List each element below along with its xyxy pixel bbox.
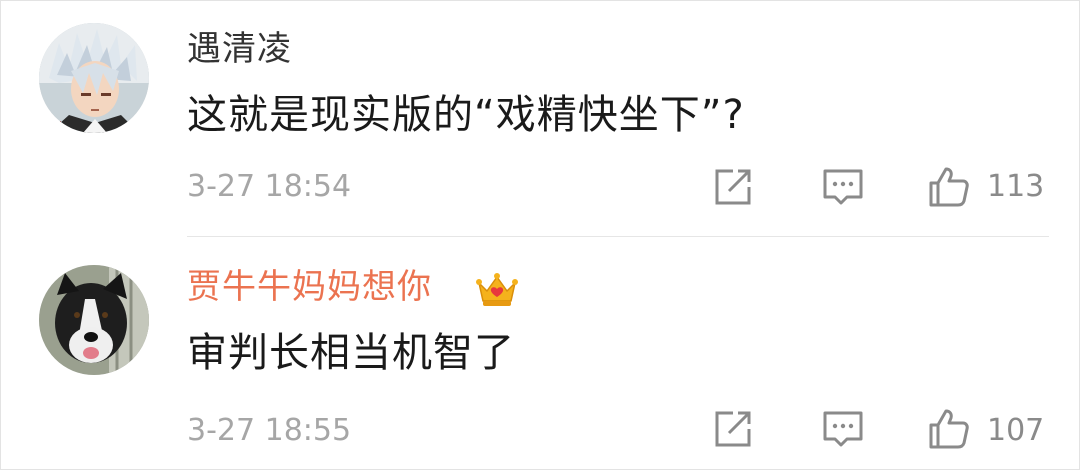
comment-item: 贾牛牛妈妈想你 审判长相当机智了 3-27 18:55 107 [1,237,1080,471]
like-button[interactable] [927,165,971,209]
thumbs-up-icon [929,409,969,449]
username[interactable]: 贾牛牛妈妈想你 [187,267,432,307]
reply-icon [823,411,863,447]
comment-text: 审判长相当机智了 [187,330,515,376]
like-count: 107 [987,413,1045,448]
comment-list: 遇清凌 这就是现实版的“戏精快坐下”? 3-27 18:54 113 贾牛牛妈妈… [0,0,1080,470]
share-icon [715,411,751,447]
comment-time: 3-27 18:55 [187,413,352,448]
dog-avatar-image [39,265,149,375]
share-icon [715,169,751,205]
like-count: 113 [987,169,1045,204]
share-button[interactable] [711,165,755,209]
reply-button[interactable] [821,165,865,209]
comment-time: 3-27 18:54 [187,169,352,204]
comment-text: 这就是现实版的“戏精快坐下”? [187,92,745,138]
anime-character-avatar-image [39,23,149,133]
share-button[interactable] [711,407,755,451]
like-button[interactable] [927,407,971,451]
username[interactable]: 遇清凌 [187,29,292,69]
comment-item: 遇清凌 这就是现实版的“戏精快坐下”? 3-27 18:54 113 [1,1,1080,237]
thumbs-up-icon [929,167,969,207]
crown-badge-icon [475,269,519,309]
avatar[interactable] [39,23,149,133]
reply-button[interactable] [821,407,865,451]
avatar[interactable] [39,265,149,375]
reply-icon [823,169,863,205]
